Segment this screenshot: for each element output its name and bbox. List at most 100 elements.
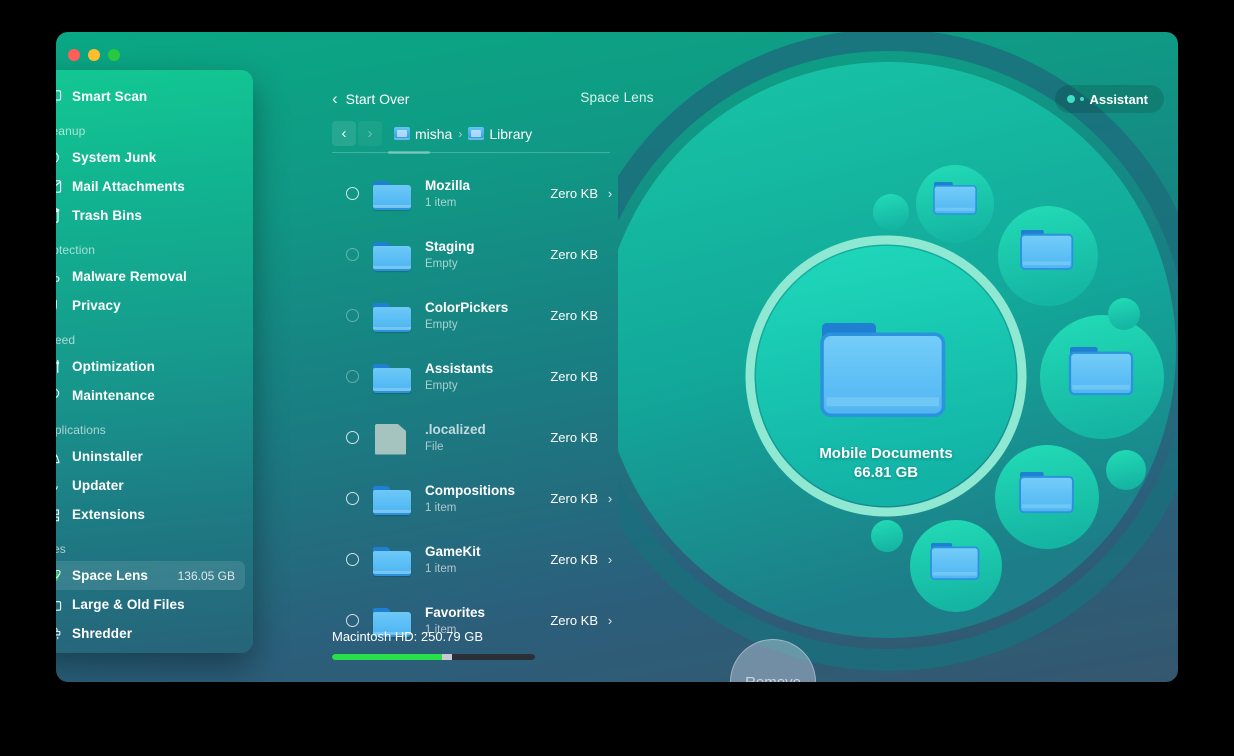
table-row[interactable]: StagingEmptyZero KB› [332, 224, 618, 285]
row-text: Staging Empty [425, 238, 550, 272]
space-lens-visualization[interactable]: Mobile Documents 66.81 GB [618, 32, 1178, 682]
active-column-indicator [388, 151, 430, 154]
sidebar-item-trash-bins[interactable]: Trash Bins [56, 201, 245, 230]
row-chevron-right-icon[interactable]: › [602, 491, 618, 506]
row-text: GameKit 1 item [425, 543, 550, 577]
file-list-panel: ‹ Start Over ‹ › misha › Library Mozilla… [270, 32, 618, 682]
row-size: Zero KB [550, 430, 598, 445]
start-over-button[interactable]: ‹ Start Over [332, 90, 409, 107]
sidebar-item-label: Large & Old Files [72, 597, 185, 612]
row-size: Zero KB [550, 613, 598, 628]
sidebar-item-updater[interactable]: Updater [56, 471, 245, 500]
row-name: Compositions [425, 482, 515, 498]
nav-forward-button[interactable]: › [358, 121, 382, 146]
row-select-checkbox[interactable] [346, 614, 359, 627]
home-folder-icon [394, 127, 410, 140]
table-row[interactable]: Compositions 1 item Zero KB › [332, 468, 618, 529]
app-window: Mobile Documents 66.81 GB Space Lens Ass… [56, 32, 1178, 682]
breadcrumb: misha › Library [394, 126, 532, 142]
sidebar[interactable]: Smart Scan Cleanup System Junk Mail Attachm… [56, 70, 253, 653]
breadcrumb-item-misha[interactable]: misha [394, 126, 452, 142]
row-select-checkbox[interactable] [346, 553, 359, 566]
row-size: Zero KB [550, 247, 598, 262]
disk-used-segment [332, 654, 442, 660]
sidebar-item-maintenance[interactable]: Maintenance [56, 381, 245, 410]
row-subtitle: 1 item [425, 562, 457, 575]
sidebar-item-system-junk[interactable]: System Junk [56, 143, 245, 172]
satellite-bubble-8 [1106, 450, 1146, 490]
sidebar-item-uninstaller[interactable]: Uninstaller [56, 442, 245, 471]
envelope-icon [56, 177, 66, 197]
breadcrumb-item-library[interactable]: Library [468, 126, 532, 142]
sidebar-item-label: Smart Scan [72, 89, 148, 104]
row-chevron-right-icon[interactable]: › [602, 186, 618, 201]
row-name: Mozilla [425, 177, 471, 193]
sidebar-item-size: 136.05 GB [177, 568, 235, 583]
sidebar-item-label: Extensions [72, 507, 146, 522]
row-select-checkbox[interactable] [346, 248, 359, 261]
sidebar-item-large-old-files[interactable]: Large & Old Files [56, 590, 245, 619]
row-select-checkbox[interactable] [346, 370, 359, 383]
table-row[interactable]: GameKit 1 item Zero KB › [332, 529, 618, 590]
row-chevron-right-icon[interactable]: › [602, 552, 618, 567]
file-rows[interactable]: Mozilla 1 item Zero KB › Staging Empty Zero KB… [332, 163, 618, 643]
folder-icon [373, 484, 411, 515]
row-subtitle: File [425, 440, 444, 453]
table-row[interactable]: Mozilla 1 item Zero KB › [332, 163, 618, 224]
sliders-icon [56, 357, 66, 377]
row-select-checkbox[interactable] [346, 492, 359, 505]
sidebar-item-shredder[interactable]: Shredder [56, 619, 245, 648]
row-chevron-right-icon[interactable]: › [602, 613, 618, 628]
folder-icon [373, 545, 411, 576]
monitor-scan-icon [56, 87, 66, 107]
folder-icon [373, 362, 411, 393]
sidebar-item-mail-attachments[interactable]: Mail Attachments [56, 172, 245, 201]
row-subtitle: Empty [425, 379, 458, 392]
updater-arrow-icon [56, 476, 66, 496]
screen: Mobile Documents 66.81 GB Space Lens Ass… [0, 0, 1234, 756]
row-name: Staging [425, 238, 475, 254]
window-controls[interactable] [68, 49, 120, 61]
row-name: ColorPickers [425, 299, 509, 315]
row-text: Mozilla 1 item [425, 177, 550, 211]
minimize-button[interactable] [88, 49, 100, 61]
table-row[interactable]: .localizedFileZero KB› [332, 407, 618, 468]
sidebar-item-extensions[interactable]: Extensions [56, 500, 245, 529]
folder-icon [373, 240, 411, 271]
sidebar-item-smart-scan[interactable]: Smart Scan [56, 82, 245, 111]
row-select-checkbox[interactable] [346, 431, 359, 444]
shredder-icon [56, 624, 66, 644]
sidebar-item-label: Privacy [72, 298, 121, 313]
sidebar-group-protection: Protection [56, 243, 96, 257]
folder-icon [373, 301, 411, 332]
row-text: Assistants Empty [425, 360, 550, 394]
assistant-button[interactable]: Assistant [1055, 85, 1164, 113]
sidebar-item-optimization[interactable]: Optimization [56, 352, 245, 381]
chevron-left-icon: ‹ [332, 89, 338, 108]
zoom-button[interactable] [108, 49, 120, 61]
biohazard-icon [56, 267, 66, 287]
sidebar-item-malware-removal[interactable]: Malware Removal [56, 262, 245, 291]
table-row[interactable]: AssistantsEmptyZero KB› [332, 346, 618, 407]
table-row[interactable]: ColorPickersEmptyZero KB› [332, 285, 618, 346]
sidebar-item-label: Malware Removal [72, 269, 187, 284]
sidebar-item-label: Mail Attachments [72, 179, 185, 194]
close-button[interactable] [68, 49, 80, 61]
nav-back-button[interactable]: ‹ [332, 121, 356, 146]
row-subtitle: Empty [425, 318, 458, 331]
remove-button-label: Remove [745, 673, 801, 683]
sidebar-item-privacy[interactable]: Privacy [56, 291, 245, 320]
sidebar-item-label: Uninstaller [72, 449, 143, 464]
sidebar-group-cleanup: Cleanup [56, 124, 86, 138]
file-icon [373, 423, 411, 455]
breadcrumb-bar: ‹ › misha › Library [332, 121, 532, 146]
broom-icon [56, 148, 66, 168]
row-select-checkbox[interactable] [346, 309, 359, 322]
sidebar-item-space-lens[interactable]: Space Lens 136.05 GB [56, 561, 245, 590]
row-text: .localized File [425, 421, 550, 455]
planet-icon [56, 566, 66, 586]
sidebar-item-label: Space Lens [72, 568, 149, 583]
row-select-checkbox[interactable] [346, 187, 359, 200]
row-text: Compositions 1 item [425, 482, 550, 516]
row-subtitle: 1 item [425, 501, 457, 514]
